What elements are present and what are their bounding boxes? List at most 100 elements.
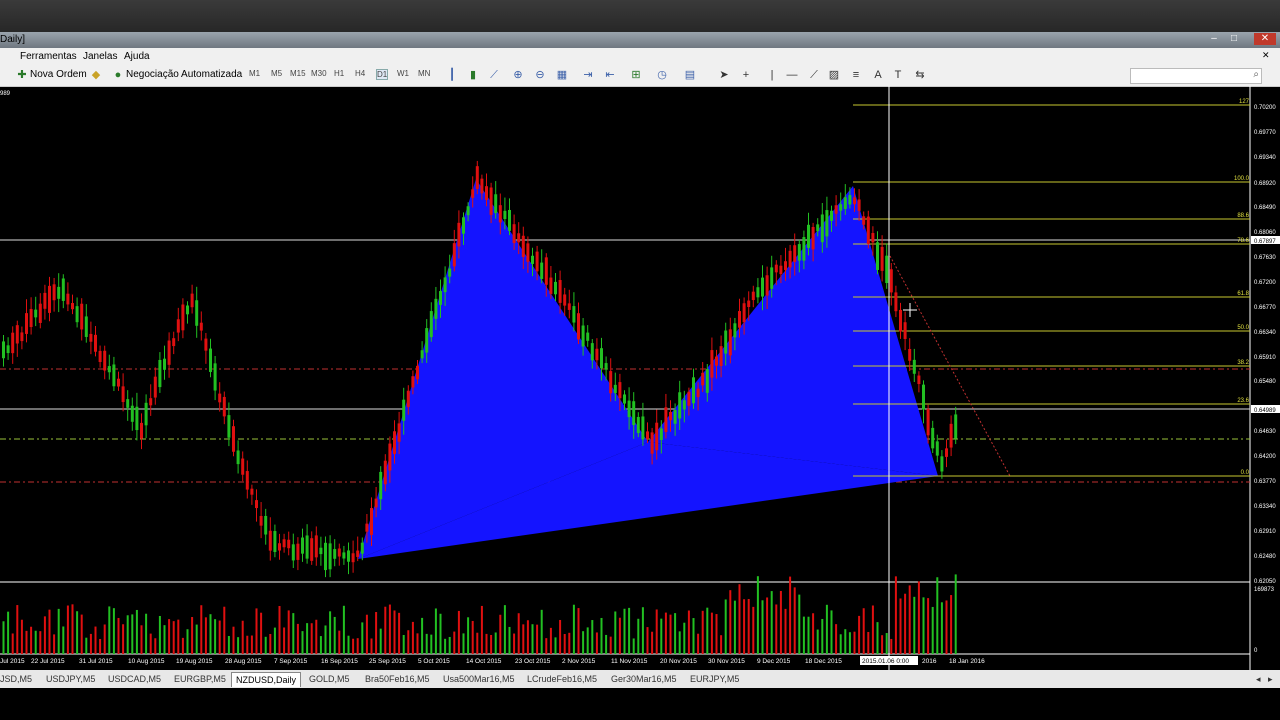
candle[interactable] — [544, 257, 548, 285]
candle[interactable] — [351, 553, 355, 563]
candle[interactable] — [830, 210, 833, 221]
timeframe-m5[interactable]: M5 — [271, 69, 282, 78]
candle[interactable] — [393, 431, 396, 454]
candle[interactable] — [917, 375, 921, 385]
tab-eurgbp-m5[interactable]: EURGBP,M5 — [174, 672, 226, 686]
candle[interactable] — [485, 186, 488, 201]
timeframe-h4[interactable]: H4 — [355, 69, 365, 78]
candle[interactable] — [71, 303, 74, 310]
candle[interactable] — [908, 348, 912, 361]
candle[interactable] — [176, 319, 180, 333]
candle[interactable] — [577, 313, 580, 340]
candle[interactable] — [480, 178, 484, 194]
candle[interactable] — [420, 350, 424, 359]
candle[interactable] — [172, 338, 176, 347]
candle[interactable] — [273, 531, 277, 553]
candle[interactable] — [871, 233, 875, 243]
candle[interactable] — [503, 210, 507, 219]
candle[interactable] — [397, 423, 401, 442]
candle[interactable] — [264, 515, 268, 535]
candle[interactable] — [751, 291, 755, 301]
candle[interactable] — [213, 363, 217, 391]
candle[interactable] — [388, 443, 392, 471]
candle[interactable] — [462, 217, 465, 234]
candle[interactable] — [935, 441, 939, 456]
menu-ferramentas[interactable]: Ferramentas — [20, 51, 77, 62]
candle[interactable] — [894, 292, 898, 312]
candle[interactable] — [531, 255, 534, 264]
candle[interactable] — [641, 416, 645, 440]
price-chart[interactable]: 127 100.0 88.6 78.6 61.8 50.0 38.2 23.6 0.0 0.702… — [0, 86, 1280, 670]
candle[interactable] — [811, 227, 815, 250]
candle[interactable] — [89, 333, 93, 342]
tab-eurjpy-m5[interactable]: EURJPY,M5 — [690, 672, 739, 686]
candle[interactable] — [287, 539, 291, 549]
candle[interactable] — [278, 543, 281, 551]
candle[interactable] — [558, 280, 562, 303]
candle[interactable] — [517, 233, 521, 243]
candle[interactable] — [167, 340, 171, 365]
candle[interactable] — [190, 293, 194, 308]
candle[interactable] — [779, 265, 783, 275]
candle[interactable] — [324, 542, 327, 571]
candle[interactable] — [742, 303, 746, 323]
tab-usa500mar16-m5[interactable]: Usa500Mar16,M5 — [443, 672, 515, 686]
tab-nzdusd-daily[interactable]: NZDUSD,Daily — [231, 672, 302, 687]
candle[interactable] — [218, 393, 222, 403]
candle[interactable] — [383, 460, 387, 485]
timeframe-w1[interactable]: W1 — [397, 69, 409, 78]
candle[interactable] — [268, 530, 272, 551]
candle[interactable] — [406, 390, 410, 408]
tab-bra50feb16-m5[interactable]: Bra50Feb16,M5 — [365, 672, 430, 686]
candle[interactable] — [926, 408, 930, 436]
candle[interactable] — [710, 350, 714, 378]
candle[interactable] — [834, 205, 838, 214]
candle[interactable] — [526, 243, 530, 262]
candle[interactable] — [765, 275, 769, 296]
tab-usdjpy-m5[interactable]: USDJPY,M5 — [46, 672, 95, 686]
candle[interactable] — [80, 303, 84, 330]
chart-shift-icon[interactable]: ⇤ — [604, 69, 616, 81]
candle[interactable] — [880, 246, 884, 271]
candle[interactable] — [204, 338, 208, 351]
new-order-button[interactable]: Nova Ordem — [30, 67, 87, 83]
candle[interactable] — [163, 358, 166, 370]
candle[interactable] — [38, 303, 42, 323]
candle[interactable] — [498, 205, 502, 223]
zoom-in-icon[interactable]: ⊕ — [512, 69, 524, 81]
candle[interactable] — [250, 488, 254, 495]
candle[interactable] — [604, 363, 608, 370]
timeframe-h1[interactable]: H1 — [334, 69, 344, 78]
timeframe-m15[interactable]: M15 — [290, 69, 306, 78]
candle[interactable] — [333, 549, 337, 559]
fibonacci-icon[interactable]: ≡ — [850, 69, 862, 81]
candle[interactable] — [337, 548, 341, 557]
candle[interactable] — [659, 428, 663, 440]
candle[interactable] — [866, 216, 870, 244]
candle[interactable] — [728, 329, 732, 356]
candle[interactable] — [590, 343, 594, 361]
candle[interactable] — [117, 378, 120, 387]
candle[interactable] — [236, 450, 240, 465]
candle[interactable] — [126, 399, 130, 408]
candle[interactable] — [402, 399, 406, 421]
candle[interactable] — [825, 210, 829, 237]
candle[interactable] — [512, 224, 516, 243]
candle[interactable] — [705, 369, 709, 393]
candle[interactable] — [374, 498, 378, 508]
candle[interactable] — [876, 242, 879, 270]
candle[interactable] — [508, 209, 511, 231]
candle[interactable] — [724, 330, 728, 354]
candle[interactable] — [466, 206, 470, 216]
candle[interactable] — [135, 406, 139, 431]
candle[interactable] — [25, 313, 28, 334]
menu-ajuda[interactable]: Ajuda — [124, 51, 150, 62]
candle[interactable] — [107, 366, 111, 373]
candle[interactable] — [457, 222, 461, 247]
candle[interactable] — [314, 535, 318, 558]
candle[interactable] — [149, 398, 153, 406]
candle[interactable] — [66, 293, 70, 305]
candle[interactable] — [158, 359, 162, 388]
candle[interactable] — [130, 405, 134, 422]
candle[interactable] — [241, 458, 245, 475]
